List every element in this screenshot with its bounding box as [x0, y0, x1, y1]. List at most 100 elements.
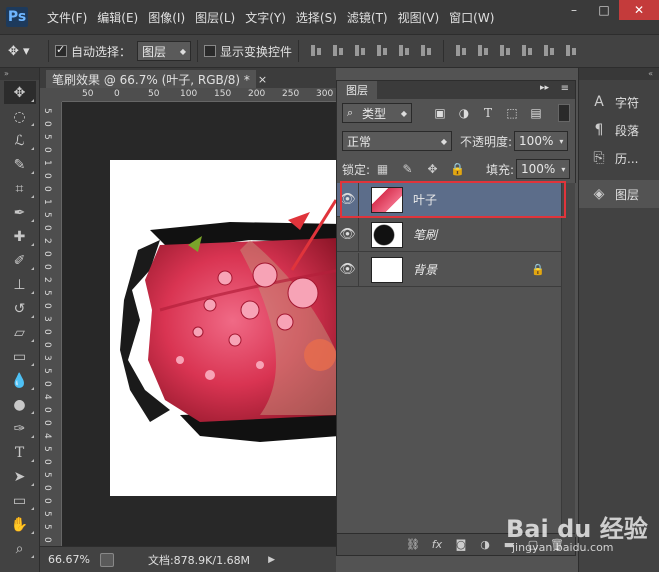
distribute-left-icon[interactable] — [520, 44, 534, 58]
lock-position-icon[interactable]: ✥ — [426, 162, 439, 176]
visibility-eye-icon[interactable]: 👁 — [337, 252, 359, 287]
path-select-tool-icon[interactable]: ➤ — [4, 465, 36, 488]
crop-tool-icon[interactable]: ⌗ — [4, 177, 36, 200]
marquee-tool-icon[interactable]: ◌ — [4, 105, 36, 128]
toolbox-grip[interactable]: » — [0, 68, 39, 80]
blur-tool-icon[interactable]: 💧 — [4, 369, 36, 392]
minimize-button[interactable]: – — [559, 0, 589, 20]
chevron-down-icon[interactable]: ▾ — [561, 165, 565, 174]
gradient-tool-icon[interactable]: ▭ — [4, 345, 36, 368]
zoom-level[interactable]: 66.67% — [48, 553, 90, 566]
trash-icon[interactable]: 🗑 — [548, 537, 566, 553]
opacity-field[interactable]: 100% ▾ — [514, 131, 569, 151]
layer-name[interactable]: 背景 — [413, 261, 437, 278]
visibility-eye-icon[interactable]: 👁 — [337, 182, 359, 217]
eyedropper-tool-icon[interactable]: ✒ — [4, 201, 36, 224]
dock-grip[interactable]: « — [579, 68, 659, 80]
menu-file[interactable]: 文件(F) — [42, 9, 92, 26]
layer-name[interactable]: 叶子 — [413, 191, 437, 208]
collapse-panel-icon[interactable]: ▸▸ — [540, 83, 549, 93]
dock-paragraph[interactable]: ¶ 段落 — [579, 116, 659, 144]
layer-filter-dropdown[interactable]: ⌕ 类型 ◆ — [342, 103, 412, 123]
zoom-tool-icon[interactable]: ⌕ — [4, 537, 36, 560]
dodge-tool-icon[interactable]: ● — [4, 393, 36, 416]
align-hcenter-icon[interactable] — [397, 44, 411, 58]
menu-edit[interactable]: 编辑(E) — [92, 9, 143, 26]
align-vcenter-icon[interactable] — [331, 44, 345, 58]
new-layer-icon[interactable]: ▢ — [524, 537, 542, 553]
canvas-area[interactable] — [62, 102, 336, 546]
adjustment-filter-icon[interactable]: ◑ — [457, 106, 471, 120]
lock-image-icon[interactable]: ✎ — [401, 162, 414, 176]
status-info-icon[interactable] — [99, 552, 114, 567]
distribute-right-icon[interactable] — [564, 44, 578, 58]
dock-character[interactable]: A 字符 — [579, 88, 659, 116]
lasso-tool-icon[interactable]: ℒ — [4, 129, 36, 152]
shape-tool-icon[interactable]: ▭ — [4, 489, 36, 512]
smart-object-filter-icon[interactable]: ▤ — [529, 106, 543, 120]
distribute-hcenter-icon[interactable] — [542, 44, 556, 58]
pixel-filter-icon[interactable]: ▣ — [433, 106, 447, 120]
healing-brush-tool-icon[interactable]: ✚ — [4, 225, 36, 248]
ruler-origin[interactable] — [40, 88, 62, 102]
chevron-down-icon[interactable]: ▾ — [559, 137, 563, 146]
document-tab[interactable]: 笔刷效果 @ 66.7% (叶子, RGB/8) * × — [46, 70, 267, 88]
layer-row-background[interactable]: 👁 背景 🔒 — [337, 252, 563, 287]
close-tab-icon[interactable]: × — [258, 73, 267, 86]
show-transform-checkbox[interactable] — [204, 45, 217, 57]
add-mask-icon[interactable]: ◙ — [452, 537, 470, 553]
type-tool-icon[interactable]: T — [4, 441, 36, 464]
distribute-vcenter-icon[interactable] — [476, 44, 490, 58]
eraser-tool-icon[interactable]: ▱ — [4, 321, 36, 344]
menu-select[interactable]: 选择(S) — [291, 9, 342, 26]
visibility-eye-icon[interactable]: 👁 — [337, 217, 359, 252]
filter-toggle[interactable] — [558, 104, 570, 122]
pen-tool-icon[interactable]: ✑ — [4, 417, 36, 440]
menu-view[interactable]: 视图(V) — [393, 9, 445, 26]
menu-window[interactable]: 窗口(W) — [444, 9, 499, 26]
hand-tool-icon[interactable]: ✋ — [4, 513, 36, 536]
document-canvas[interactable] — [110, 160, 336, 496]
type-filter-icon[interactable]: T — [481, 106, 495, 120]
align-top-icon[interactable] — [309, 44, 323, 58]
brush-tool-icon[interactable]: ✐ — [4, 249, 36, 272]
distribute-bottom-icon[interactable] — [498, 44, 512, 58]
menu-filter[interactable]: 滤镜(T) — [342, 9, 393, 26]
menu-image[interactable]: 图像(I) — [143, 9, 190, 26]
distribute-top-icon[interactable] — [454, 44, 468, 58]
dock-layers[interactable]: ◈ 图层 — [579, 180, 659, 208]
tab-layers[interactable]: 图层 — [337, 81, 377, 99]
blend-mode-dropdown[interactable]: 正常 ◆ — [342, 131, 452, 151]
move-tool-icon[interactable]: ✥ — [3, 81, 36, 104]
move-tool-preset-icon[interactable]: ✥ ▾ — [8, 44, 42, 59]
lock-transparent-icon[interactable]: ▦ — [376, 162, 389, 176]
dock-history[interactable]: ⎘ 历... — [579, 144, 659, 172]
lock-all-icon[interactable]: 🔒 — [450, 162, 465, 176]
stamp-tool-icon[interactable]: ⊥ — [4, 273, 36, 296]
auto-select-target-dropdown[interactable]: 图层 ◆ — [137, 41, 192, 61]
folder-icon[interactable]: ▬ — [500, 537, 518, 553]
shape-filter-icon[interactable]: ⬚ — [505, 106, 519, 120]
align-bottom-icon[interactable] — [353, 44, 367, 58]
close-button[interactable]: ✕ — [619, 0, 659, 20]
vertical-ruler[interactable]: 5 0 5 0 1 0 0 1 5 0 2 0 0 2 5 0 3 0 0 3 5 0 4 0 0 4 5 0 5 0 0 5 5 0 — [40, 102, 62, 546]
layers-scrollbar[interactable] — [561, 183, 575, 537]
link-layers-icon[interactable]: ⛓ — [404, 537, 422, 553]
layer-row-brush[interactable]: 👁 笔刷 — [337, 217, 563, 252]
horizontal-ruler[interactable]: 50 0 50 100 150 200 250 300 — [62, 88, 336, 102]
quick-select-tool-icon[interactable]: ✎ — [4, 153, 36, 176]
menu-layer[interactable]: 图层(L) — [190, 9, 240, 26]
adjustment-layer-icon[interactable]: ◑ — [476, 537, 494, 553]
layer-row-leaf[interactable]: 👁 ↲ 叶子 — [337, 182, 563, 217]
fill-field[interactable]: 100% ▾ — [516, 159, 570, 179]
panel-menu-icon[interactable]: ≡ — [561, 83, 569, 94]
status-menu-arrow-icon[interactable]: ▶ — [268, 555, 275, 565]
fx-icon[interactable]: fx — [428, 537, 446, 553]
align-right-icon[interactable] — [419, 44, 433, 58]
history-brush-tool-icon[interactable]: ↺ — [4, 297, 36, 320]
auto-select-checkbox[interactable] — [55, 43, 67, 57]
align-left-icon[interactable] — [375, 44, 389, 58]
restore-button[interactable]: □ — [589, 0, 619, 20]
layer-name[interactable]: 笔刷 — [413, 226, 437, 243]
menu-type[interactable]: 文字(Y) — [240, 9, 291, 26]
